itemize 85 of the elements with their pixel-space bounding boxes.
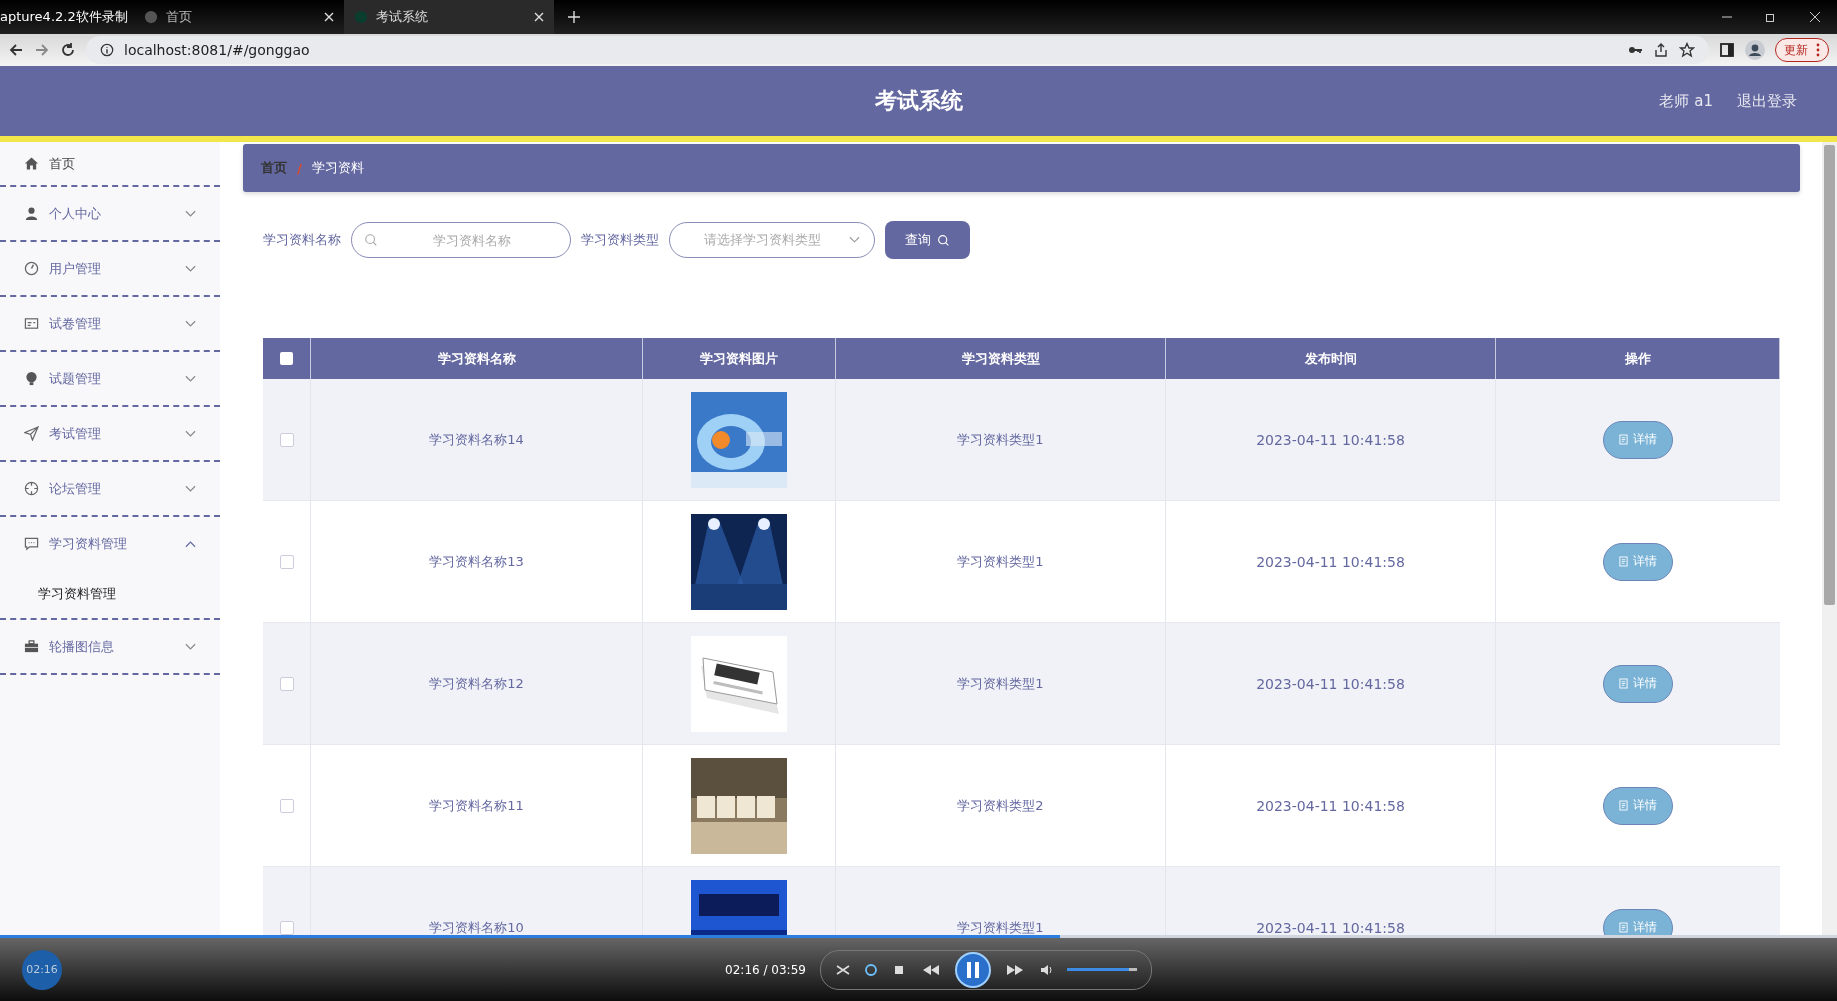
row-checkbox[interactable]: [279, 798, 294, 813]
search-icon: [937, 233, 950, 247]
table-cell: 学习资料名称12: [429, 674, 524, 693]
select-all-checkbox[interactable]: [280, 352, 293, 365]
sidebar-item[interactable]: 轮播图信息: [0, 620, 220, 673]
search-field[interactable]: 学习资料名称: [351, 222, 571, 258]
app-title: 考试系统: [874, 87, 963, 115]
table-cell: 学习资料名称13: [429, 552, 524, 571]
elapsed-badge: 02:16: [22, 949, 62, 990]
browser-tab[interactable]: apture4.2.2软件录制: [0, 0, 134, 34]
breadcrumb-separator: /: [297, 160, 302, 176]
sidebar-item[interactable]: 首页: [0, 142, 220, 185]
pause-button[interactable]: [954, 951, 991, 988]
search-button[interactable]: 查询: [885, 221, 970, 259]
search-icon: [364, 233, 378, 247]
document-icon: [1619, 434, 1628, 445]
info-icon[interactable]: [100, 43, 114, 57]
user-icon: [24, 206, 39, 221]
browser-tab[interactable]: 首页: [133, 0, 344, 34]
update-button[interactable]: 更新: [1775, 38, 1829, 62]
card-icon: [24, 316, 39, 331]
document-icon: [1619, 800, 1628, 811]
sidebar-item[interactable]: 用户管理: [0, 242, 220, 295]
table-cell: 学习资料类型1: [957, 430, 1044, 449]
chat-icon: [24, 536, 39, 551]
table-cell: 学习资料名称14: [429, 430, 524, 449]
table-cell: 学习资料名称11: [429, 796, 524, 815]
bulb-icon: [24, 371, 39, 386]
table-cell: 学习资料类型1: [957, 918, 1044, 935]
table-cell: 学习资料类型2: [957, 796, 1044, 815]
row-checkbox[interactable]: [279, 432, 294, 447]
progress-track[interactable]: [0, 935, 1837, 938]
row-checkbox[interactable]: [279, 920, 294, 935]
row-checkbox[interactable]: [279, 676, 294, 691]
sidebar-item[interactable]: 试卷管理: [0, 297, 220, 350]
sidebar-item[interactable]: 试题管理: [0, 352, 220, 405]
home-icon: [24, 156, 39, 171]
sidebar-item[interactable]: 个人中心: [0, 187, 220, 240]
table-cell: 2023-04-11 10:41:58: [1256, 919, 1405, 935]
user-name: 老师 a1: [1659, 91, 1713, 111]
volume-slider[interactable]: [1066, 968, 1137, 971]
profile-icon[interactable]: [1745, 40, 1765, 60]
table-cell: 2023-04-11 10:41:58: [1256, 553, 1405, 570]
table-cell: 学习资料类型1: [957, 552, 1044, 571]
document-icon: [1619, 556, 1628, 567]
breadcrumb-link[interactable]: 学习资料: [311, 159, 364, 177]
side-panel-icon[interactable]: [1719, 42, 1735, 58]
repeat-icon[interactable]: [862, 961, 879, 978]
close-icon[interactable]: [323, 12, 334, 22]
share-icon[interactable]: [1653, 42, 1669, 58]
restore-icon[interactable]: [1765, 11, 1777, 23]
row-checkbox[interactable]: [279, 554, 294, 569]
sidebar-item[interactable]: 考试管理: [0, 407, 220, 460]
table-cell: 2023-04-11 10:41:58: [1256, 431, 1405, 448]
crosshair-icon: [24, 481, 39, 496]
close-icon[interactable]: [533, 12, 544, 22]
briefcase-icon: [24, 639, 39, 654]
star-icon[interactable]: [1679, 42, 1695, 58]
back-icon[interactable]: [8, 42, 24, 58]
sidebar-item[interactable]: 论坛管理: [0, 462, 220, 515]
document-icon: [1619, 678, 1628, 689]
filter-label: 学习资料名称: [263, 231, 341, 249]
new-tab-icon[interactable]: [567, 11, 580, 23]
table-cell: 2023-04-11 10:41:58: [1256, 675, 1405, 692]
filter-label: 学习资料类型: [581, 231, 659, 249]
gauge-icon: [24, 261, 39, 276]
document-icon: [1619, 922, 1628, 933]
forward-icon[interactable]: [34, 42, 50, 58]
page-icon: [143, 10, 158, 24]
sidebar-item[interactable]: 学习资料管理: [0, 517, 220, 570]
playback-time: 02:16 / 03:59: [725, 962, 806, 977]
reload-icon[interactable]: [60, 42, 76, 58]
sidebar-subitem[interactable]: 学习资料管理: [0, 570, 220, 618]
table-cell: 学习资料类型1: [957, 674, 1044, 693]
menu-icon: [1816, 43, 1820, 57]
scrollbar-thumb[interactable]: [1824, 145, 1835, 605]
table-cell: 2023-04-11 10:41:58: [1256, 797, 1405, 814]
page-icon: [353, 10, 368, 24]
browser-tab[interactable]: 考试系统: [343, 0, 554, 34]
chevron-icon: [849, 236, 860, 244]
table-cell: 学习资料名称10: [429, 918, 524, 935]
logout-link[interactable]: 退出登录: [1737, 91, 1797, 111]
address-bar[interactable]: localhost:8081/#/gonggao: [86, 36, 1709, 64]
close-icon[interactable]: [1809, 11, 1821, 23]
send-icon: [24, 426, 39, 441]
